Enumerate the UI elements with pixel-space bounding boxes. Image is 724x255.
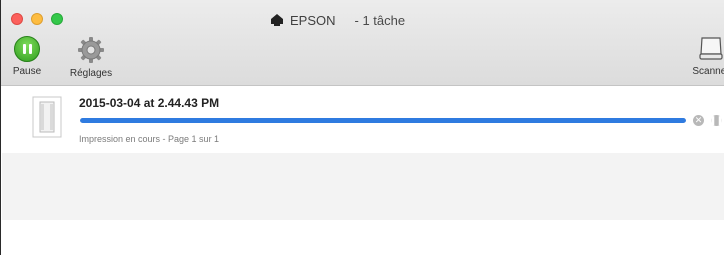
scanner-button[interactable]: Scanner: [681, 36, 724, 77]
settings-button[interactable]: Réglages: [63, 36, 119, 79]
job-progress-bar: [80, 118, 686, 123]
pause-printer-button[interactable]: Pause: [7, 36, 47, 77]
scanner-label: Scanner: [692, 66, 724, 77]
minimize-window-button[interactable]: [31, 13, 43, 25]
task-count: - 1 tâche: [354, 12, 406, 28]
toolbar: EPSON - 1 tâche Pause Réglages Scanne: [1, 0, 724, 86]
scanner-icon: [699, 37, 723, 60]
job-row[interactable]: 2015-03-04 at 2.44.43 PM Impression en c…: [2, 86, 724, 153]
pause-icon: [14, 36, 40, 62]
empty-list-row: [2, 153, 724, 220]
settings-label: Réglages: [69, 68, 113, 79]
pause-label: Pause: [12, 66, 42, 77]
job-name: 2015-03-04 at 2.44.43 PM: [79, 96, 220, 110]
pause-job-button[interactable]: ❚❚: [709, 115, 724, 126]
gear-icon: [78, 37, 104, 63]
job-progress-fill: [80, 118, 686, 123]
document-thumbnail-icon: [32, 96, 62, 138]
print-queue-window: EPSON - 1 tâche Pause Réglages Scanne 20…: [0, 0, 724, 255]
cancel-job-button[interactable]: ✕: [693, 115, 704, 126]
job-status: Impression en cours - Page 1 sur 1: [79, 134, 220, 144]
printer-icon: [271, 14, 283, 26]
job-list: 2015-03-04 at 2.44.43 PM Impression en c…: [2, 86, 724, 255]
close-window-button[interactable]: [11, 13, 23, 25]
zoom-window-button[interactable]: [51, 13, 63, 25]
empty-list-row: [2, 220, 724, 255]
printer-name: EPSON: [290, 12, 336, 28]
window-title: EPSON - 1 tâche: [269, 11, 405, 29]
